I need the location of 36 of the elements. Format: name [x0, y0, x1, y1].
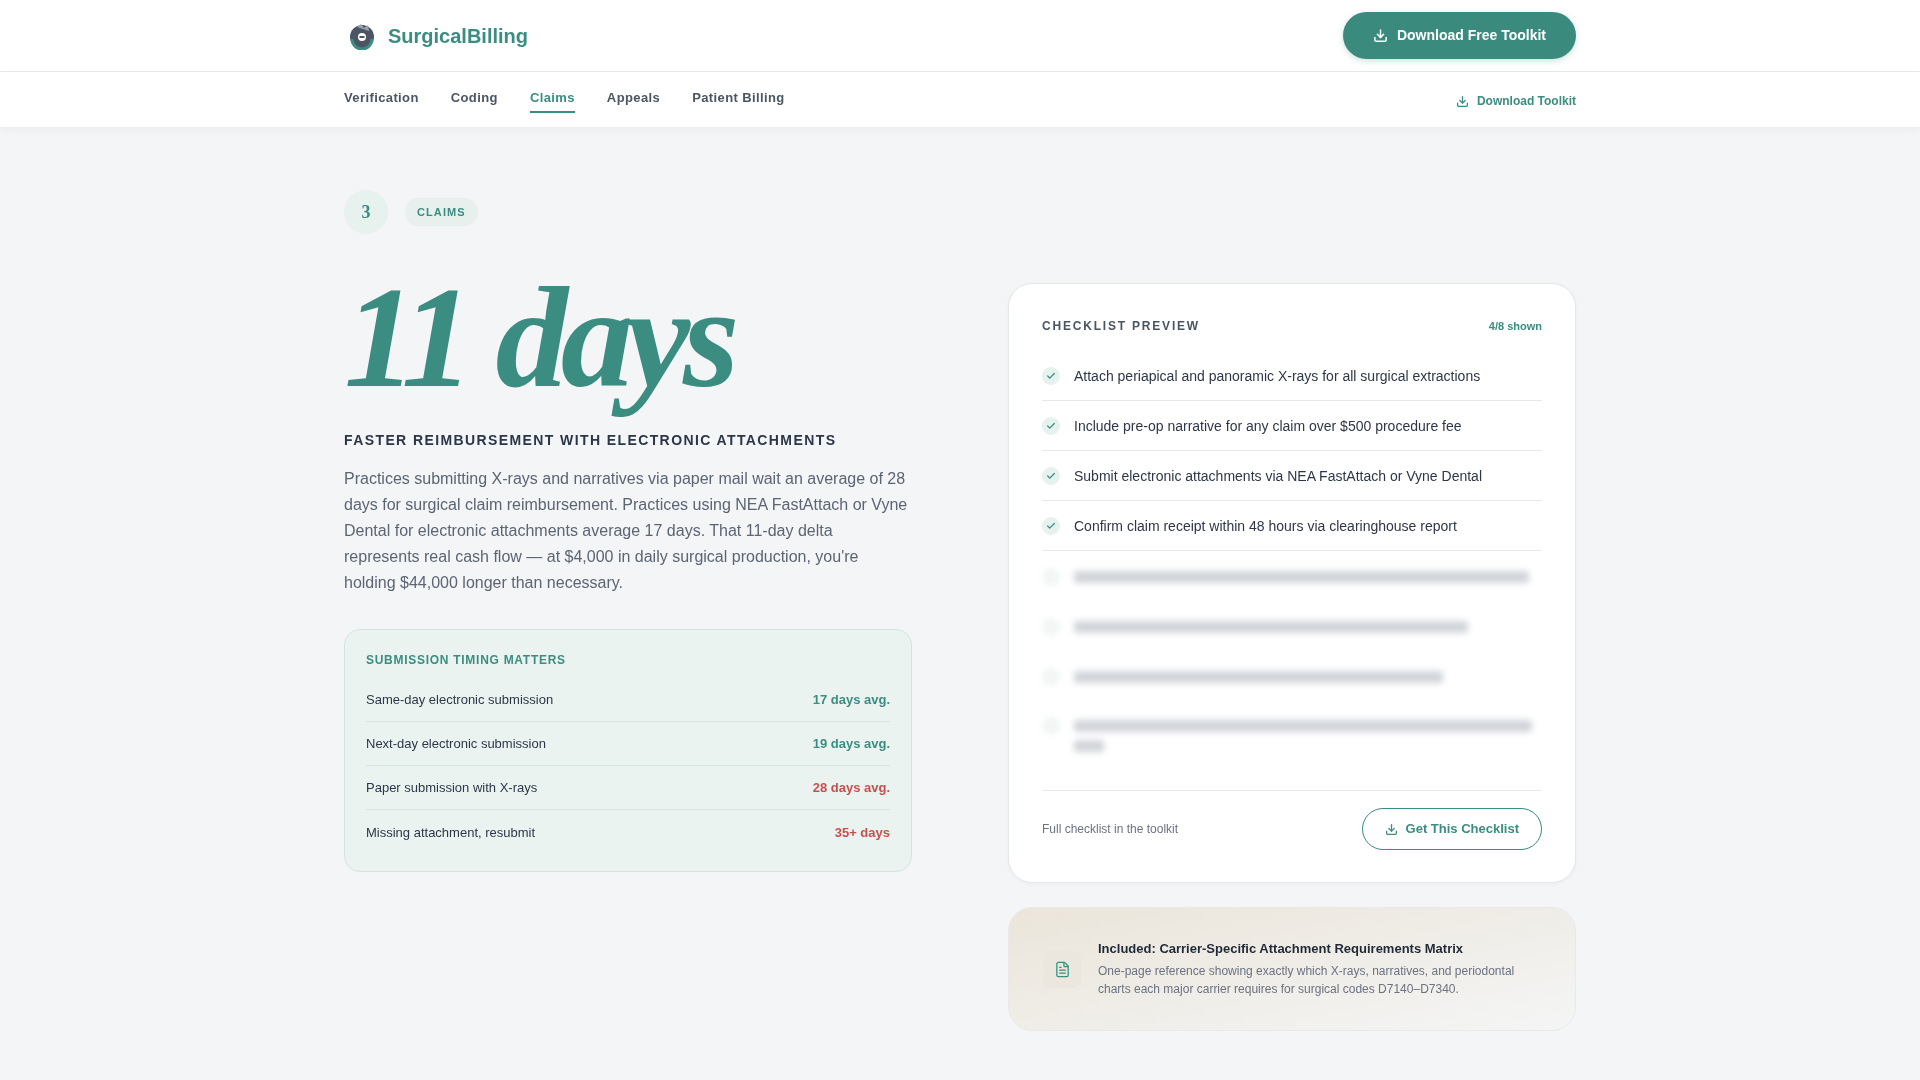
section-number: 3	[344, 190, 388, 234]
section-tag: CLAIMS	[405, 198, 478, 226]
nav-tab[interactable]: Coding	[450, 85, 498, 114]
checklist-title: CHECKLIST PREVIEW	[1042, 318, 1200, 335]
checklist-item-text: Attach periapical and panoramic X-rays for all surgical extractions	[1074, 366, 1481, 386]
logo-icon	[348, 21, 376, 50]
brand-name: SurgicalBilling	[388, 23, 529, 49]
footer-note: Full checklist in the toolkit	[1042, 821, 1179, 838]
checklist-item-text: Confirm claim receipt within 48 hours via clearinghouse report	[1074, 516, 1457, 536]
headline-subtitle: FASTER REIMBURSEMENT WITH ELECTRONIC ATTACHMENTS	[344, 431, 838, 451]
download-icon	[1384, 822, 1398, 836]
checklist-item-text: Submit electronic attachments via NEA FastAttach or Vyne Dental	[1074, 466, 1482, 486]
timing-value: 35+ days	[834, 823, 890, 842]
shown-count: 4/8 shown	[1488, 318, 1542, 334]
timing-table-title: SUBMISSION TIMING MATTERS	[366, 652, 567, 670]
included-title: Included: Carrier-Specific Attachment Requirements Matrix	[1098, 940, 1465, 958]
checklist-item-text: Include pre-op narrative for any claim over $500 procedure fee	[1074, 416, 1462, 436]
timing-label: Paper submission with X-rays	[366, 779, 538, 798]
nav-tab[interactable]: Patient Billing	[692, 85, 785, 114]
download-icon	[1372, 28, 1388, 43]
headline-stat: 11 days	[344, 256, 734, 419]
nav-tab[interactable]: Verification	[344, 85, 419, 114]
timing-value: 19 days avg.	[812, 735, 890, 754]
timing-value: 17 days avg.	[812, 691, 890, 710]
get-checklist-button[interactable]: Get This Checklist	[1361, 808, 1542, 850]
timing-label: Next-day electronic submission	[366, 735, 546, 754]
included-description: One-page reference showing exactly which X-rays, narratives, and periodontal charts each major carrier requires for surgical codes D7140–D7340.	[1098, 963, 1516, 998]
timing-value: 28 days avg.	[812, 779, 890, 798]
body-paragraph: Practices submitting X-rays and narratives via paper mail wait an average of 28 days for surgical claim reimbursement. Practices using NEA FastAttach or Vyne Dental for electronic attachments average 17 days. That 11-day delta represents real cash flow — at $4,000 in daily surgical production, you're holding $44,000 longer than necessary.	[344, 469, 909, 594]
download-free-toolkit-button[interactable]: Download Free Toolkit	[1342, 12, 1576, 59]
nav-tab[interactable]: Claims	[529, 85, 575, 114]
timing-label: Same-day electronic submission	[366, 691, 554, 710]
download-icon	[1455, 94, 1469, 108]
download-toolkit-link[interactable]: Download Toolkit	[1455, 92, 1576, 110]
timing-label: Missing attachment, resubmit	[366, 823, 536, 842]
nav-tab[interactable]: Appeals	[606, 85, 661, 114]
